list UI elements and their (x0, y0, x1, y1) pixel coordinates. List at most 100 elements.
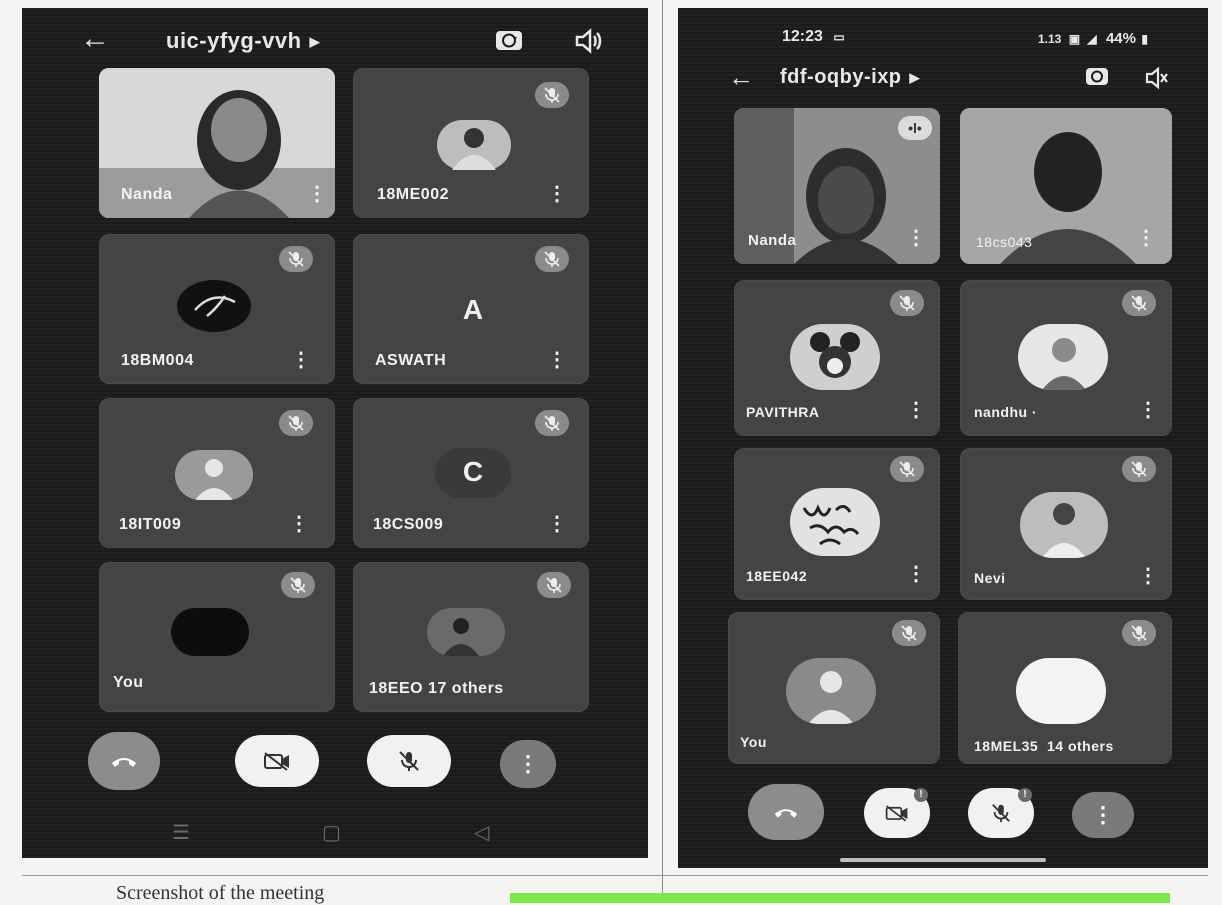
speaking-indicator-icon: •l• (898, 116, 932, 140)
mic-off-icon (1122, 290, 1156, 316)
mic-toggle-button[interactable] (367, 735, 451, 787)
meeting-code[interactable]: fdf-oqby-ixp ▶ (780, 66, 920, 89)
participant-tile-nanda[interactable]: Nanda ⋮ (99, 68, 335, 218)
end-call-icon (112, 758, 136, 767)
participant-tile-18me002[interactable]: 18ME002 ⋮ (353, 68, 589, 218)
mic-off-icon (281, 572, 315, 598)
more-vert-icon[interactable]: ⋮ (547, 184, 567, 204)
more-vert-icon[interactable]: ⋮ (1136, 228, 1156, 248)
participant-tile-pavithra[interactable]: PAVITHRA ⋮ (734, 280, 940, 436)
cast-icon: ▭ (833, 30, 845, 44)
more-vert-icon[interactable]: ⋮ (906, 228, 926, 248)
more-vert-icon[interactable]: ⋮ (547, 514, 567, 534)
meeting-code-text: uic-yfyg-vvh (166, 28, 302, 53)
more-vert-icon[interactable]: ⋮ (1138, 400, 1158, 420)
home-icon[interactable]: ▢ (322, 820, 341, 845)
back-triangle-icon[interactable]: ◁ (474, 820, 489, 845)
participant-tile-18it009[interactable]: 18IT009 ⋮ (99, 398, 335, 548)
switch-camera-icon[interactable] (494, 26, 524, 59)
more-vert-icon[interactable]: ⋮ (906, 400, 926, 420)
participant-name: ASWATH (375, 352, 447, 369)
participant-avatar (177, 280, 251, 332)
participant-initial: C (462, 456, 484, 487)
participant-name: Nanda (121, 186, 173, 203)
participant-tile-18cs009[interactable]: C 18CS009 ⋮ (353, 398, 589, 548)
highlight-bar (510, 893, 1170, 903)
participant-tile-nanda[interactable]: •l• Nanda ⋮ (734, 108, 940, 264)
more-vert-icon[interactable]: ⋮ (289, 514, 309, 534)
more-options-button[interactable]: ⋮ (500, 740, 556, 788)
divider (662, 0, 663, 903)
end-call-button[interactable] (88, 732, 160, 790)
participant-name-text: 18MEL35 (974, 738, 1039, 754)
mic-off-icon (890, 456, 924, 482)
speaker-off-icon[interactable] (1144, 66, 1170, 95)
status-icons: 1.13 ▣ ◢ 44% ▮ (1038, 30, 1148, 47)
network-speed: 1.13 (1038, 32, 1062, 46)
speaker-icon[interactable] (573, 28, 603, 59)
participant-name: Nevi (974, 570, 1006, 586)
more-vert-icon[interactable]: ⋮ (1138, 566, 1158, 586)
participant-name: You (740, 734, 767, 750)
participant-tile-others[interactable]: 18EEO 17 others (353, 562, 589, 712)
menu-icon[interactable]: ☰ (172, 820, 190, 845)
camera-toggle-button[interactable] (235, 735, 319, 787)
participant-name: 18cs043 (976, 234, 1033, 250)
left-phone-screen: ← uic-yfyg-vvh ▶ Nanda ⋮ 18ME002 ⋮ 18BM0… (22, 8, 648, 858)
more-vert-icon[interactable]: ⋮ (291, 350, 311, 370)
caret-right-icon: ▶ (909, 69, 921, 85)
participant-tile-others[interactable]: 18MEL35 14 others (958, 612, 1172, 764)
participant-avatar (1020, 492, 1108, 558)
participant-avatar (790, 324, 880, 390)
more-options-button[interactable]: ⋮ (1072, 792, 1134, 838)
frame-bottom-line (22, 875, 1208, 876)
back-arrow-icon[interactable]: ← (80, 24, 110, 54)
participant-name: You (113, 674, 144, 691)
meeting-code[interactable]: uic-yfyg-vvh ▶ (166, 28, 320, 54)
more-vert-icon: ⋮ (517, 751, 539, 776)
camera-off-icon (885, 805, 908, 822)
end-call-icon (774, 809, 798, 818)
participant-tile-18bm004[interactable]: 18BM004 ⋮ (99, 234, 335, 384)
mic-off-icon (992, 804, 1010, 823)
battery-percent: 44% (1105, 30, 1136, 47)
default-avatar-icon (175, 450, 253, 500)
mic-toggle-button[interactable]: ! (968, 788, 1034, 838)
participant-tile-18cs043[interactable]: 18cs043 ⋮ (960, 108, 1172, 264)
camera-toggle-button[interactable]: ! (864, 788, 930, 838)
right-top-bar: ← fdf-oqby-ixp ▶ (678, 60, 1208, 94)
mic-off-icon (279, 246, 313, 272)
participant-name: 18EE042 (746, 568, 808, 584)
status-time: 12:23 ▭ (782, 28, 845, 46)
participant-name-text: 18EEO (369, 680, 424, 697)
status-time-text: 12:23 (782, 28, 823, 45)
participant-name: PAVITHRA (746, 404, 820, 420)
switch-camera-icon[interactable] (1084, 64, 1110, 93)
participant-tile-you[interactable]: You (99, 562, 335, 712)
mic-off-icon (535, 410, 569, 436)
caption: Screenshot of the meeting (116, 882, 325, 904)
participant-name: 18EEO 17 others (369, 680, 504, 698)
camera-off-icon (264, 752, 289, 771)
alert-badge: ! (914, 788, 928, 802)
participant-tile-nandhu[interactable]: nandhu · ⋮ (960, 280, 1172, 436)
sim-icon: ▣ (1068, 32, 1081, 46)
participant-tile-you[interactable]: You (728, 612, 940, 764)
more-vert-icon[interactable]: ⋮ (307, 184, 327, 204)
gesture-bar[interactable] (840, 858, 1046, 862)
participant-avatar (1016, 658, 1106, 724)
participant-tile-aswath[interactable]: A ASWATH ⋮ (353, 234, 589, 384)
end-call-button[interactable] (748, 784, 824, 840)
more-vert-icon[interactable]: ⋮ (906, 564, 926, 584)
participant-name: 18CS009 (373, 516, 444, 533)
default-avatar-icon (786, 658, 876, 724)
battery-icon: ▮ (1141, 32, 1148, 46)
back-arrow-icon[interactable]: ← (728, 62, 754, 92)
mic-off-icon (279, 410, 313, 436)
mic-off-icon (892, 620, 926, 646)
participant-name: Nanda (748, 232, 797, 249)
more-vert-icon[interactable]: ⋮ (547, 350, 567, 370)
participant-tile-18ee042[interactable]: 18EE042 ⋮ (734, 448, 940, 600)
participant-avatar (437, 120, 511, 170)
participant-tile-nevi[interactable]: Nevi ⋮ (960, 448, 1172, 600)
